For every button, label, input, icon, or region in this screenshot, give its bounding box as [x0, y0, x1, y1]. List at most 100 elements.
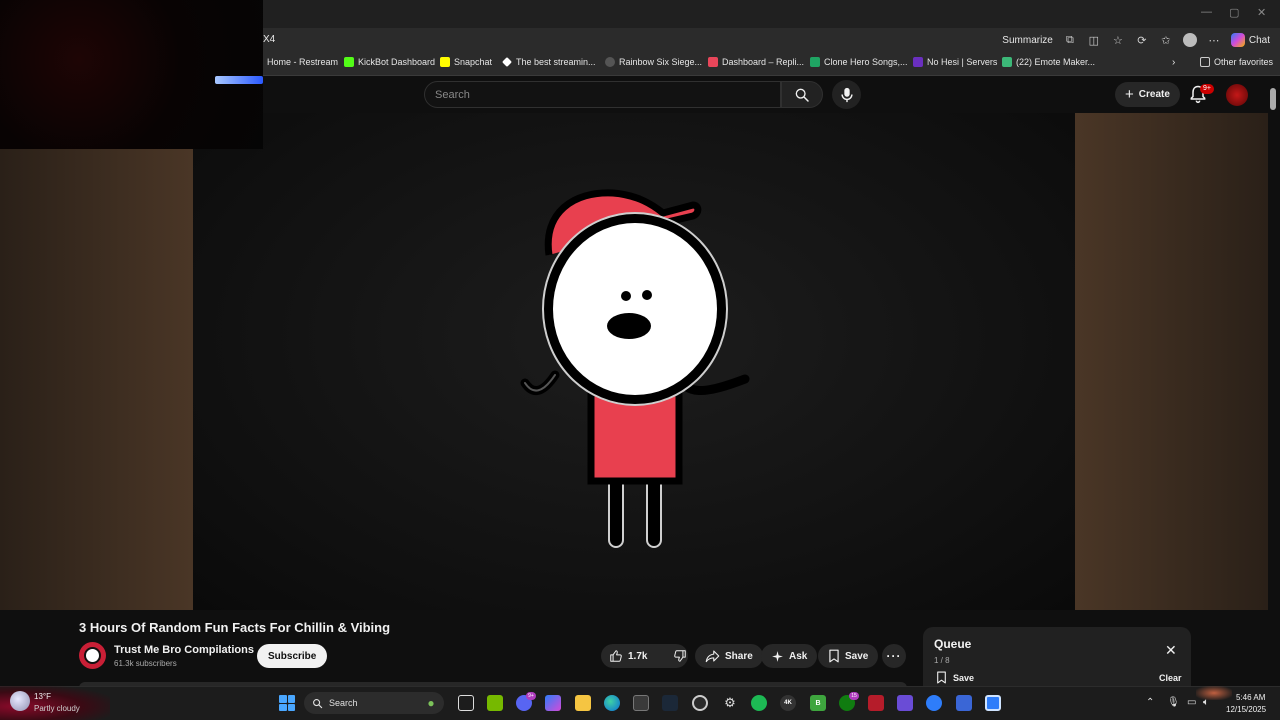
obs-icon[interactable]	[692, 695, 708, 711]
notification-count-badge: 9+	[1200, 84, 1214, 94]
bookmark-item[interactable]: KickBot Dashboard	[344, 57, 435, 67]
tray-chevron-up-icon[interactable]: ⌃	[1146, 697, 1154, 708]
stream-camera-overlay	[0, 0, 263, 149]
maximize-icon[interactable]: ▢	[1229, 6, 1239, 19]
queue-position: 1 / 8	[934, 656, 950, 665]
bookmark-item[interactable]: The best streamin...	[502, 57, 596, 67]
other-favorites-label: Other favorites	[1214, 57, 1274, 67]
queue-clear-button[interactable]: Clear	[1159, 673, 1182, 683]
save-button[interactable]: Save	[818, 644, 879, 668]
subscribe-button[interactable]: Subscribe	[257, 644, 328, 668]
dislike-button[interactable]	[665, 644, 695, 668]
file-explorer-icon[interactable]	[575, 695, 591, 711]
account-avatar[interactable]	[1226, 84, 1248, 106]
bookmark-item[interactable]: Home - Restream	[253, 57, 338, 67]
window-app-icon[interactable]	[985, 695, 1001, 711]
taskbar-clock-time[interactable]: 5:46 AM	[1236, 693, 1265, 702]
emote-maker-icon	[1002, 57, 1012, 67]
video-frame-character	[520, 189, 750, 548]
share-label: Share	[725, 650, 753, 662]
bookmark-item[interactable]: Dashboard – Repli...	[708, 57, 804, 67]
settings-gear-icon[interactable]: ⚙	[722, 695, 738, 711]
stream-overlay-logo	[215, 76, 263, 84]
tray-volume-icon[interactable]: 🔈︎	[1203, 697, 1209, 708]
chevron-right-icon[interactable]: ›	[1172, 57, 1175, 68]
b-app-icon[interactable]: B	[810, 695, 826, 711]
voice-search-button[interactable]	[832, 80, 861, 109]
visual-studio-icon[interactable]	[897, 695, 913, 711]
other-favorites[interactable]: Other favorites	[1200, 57, 1273, 67]
snipping-tool-icon[interactable]	[956, 695, 972, 711]
queue-panel: Queue 1 / 8 ✕ Save Clear	[923, 627, 1191, 693]
weather-temperature[interactable]: 13°F	[34, 692, 51, 701]
more-horizontal-icon: ···	[886, 649, 902, 663]
tray-microphone-icon[interactable]: 🎙︎	[1167, 697, 1180, 708]
search-box[interactable]	[424, 81, 781, 108]
video-ambient-left	[0, 149, 193, 610]
extensions-icon[interactable]: ⟳	[1135, 33, 1149, 47]
bookmark-label: Snapchat	[454, 57, 493, 67]
bookmark-icon	[829, 649, 839, 663]
search-button[interactable]	[781, 81, 823, 108]
store-icon[interactable]	[633, 695, 649, 711]
page-scrollbar[interactable]	[1268, 76, 1280, 686]
tray-network-icon[interactable]: ▭	[1187, 697, 1196, 708]
favorites-icon[interactable]: ✩	[1159, 33, 1173, 47]
weather-description[interactable]: Partly cloudy	[34, 704, 80, 713]
scrollbar-thumb[interactable]	[1270, 88, 1276, 110]
search-input[interactable]	[425, 82, 780, 107]
more-actions-button[interactable]: ···	[882, 644, 906, 668]
copilot-app-icon[interactable]	[545, 695, 561, 711]
copilot-summarize-icon[interactable]: ⧉	[1063, 33, 1077, 47]
split-view-icon[interactable]: ◫	[1087, 33, 1101, 47]
close-window-icon[interactable]: ✕	[1257, 6, 1266, 19]
nvidia-icon[interactable]	[487, 695, 503, 711]
edge-icon[interactable]	[604, 695, 620, 711]
media-player-icon[interactable]	[926, 695, 942, 711]
bookmark-label: KickBot Dashboard	[358, 57, 436, 67]
mcafee-icon[interactable]	[868, 695, 884, 711]
task-view-icon[interactable]	[458, 695, 474, 711]
microphone-icon	[840, 87, 853, 102]
search-icon	[795, 88, 809, 102]
snapchat-icon	[440, 57, 450, 67]
bookmark-item[interactable]: No Hesi | Servers	[913, 57, 997, 67]
profile-avatar[interactable]	[1182, 33, 1197, 47]
bookmark-item[interactable]: Clone Hero Songs,...	[810, 57, 908, 67]
kickbot-icon	[344, 57, 354, 67]
channel-name[interactable]: Trust Me Bro Compilations	[114, 644, 254, 656]
steam-icon[interactable]	[662, 695, 678, 711]
bookmark-item[interactable]: Rainbow Six Siege...	[605, 57, 702, 67]
summarize-button[interactable]: Summarize	[1002, 35, 1053, 46]
ask-button[interactable]: Ask	[761, 644, 818, 668]
share-button[interactable]: Share	[695, 644, 763, 668]
address-bar-actions: Summarize ⧉ ◫ ☆ ⟳ ✩ ⋯ Chat	[1002, 28, 1280, 52]
windows-start-icon[interactable]	[279, 695, 295, 711]
channel-avatar[interactable]	[79, 642, 106, 669]
url-text[interactable]: X4	[263, 34, 275, 45]
taskbar-clock-date[interactable]: 12/15/2025	[1226, 705, 1266, 714]
video-title: 3 Hours Of Random Fun Facts For Chillin …	[79, 620, 391, 635]
sheets-icon	[810, 57, 820, 67]
discord-badge: 9+	[526, 692, 536, 700]
create-button[interactable]: + Create	[1115, 82, 1180, 107]
chat-button[interactable]: Chat	[1230, 33, 1270, 47]
minimize-icon[interactable]: —	[1201, 6, 1212, 18]
replit-icon	[708, 57, 718, 67]
gem-widget-icon[interactable]: ●	[423, 695, 439, 711]
create-label: Create	[1138, 89, 1170, 100]
favorite-star-icon[interactable]: ☆	[1111, 33, 1125, 47]
4k-downloader-icon[interactable]: 4K	[780, 695, 796, 711]
ask-label: Ask	[789, 650, 808, 662]
bookmark-item[interactable]: (22) Emote Maker...	[1002, 57, 1095, 67]
video-player[interactable]	[193, 113, 1075, 610]
subscriber-count: 61.3k subscribers	[114, 659, 177, 668]
weather-icon[interactable]	[10, 691, 30, 711]
queue-save-button[interactable]: Save	[936, 671, 974, 684]
like-button[interactable]: 1.7k	[601, 644, 655, 668]
like-count: 1.7k	[628, 650, 648, 662]
bookmark-item[interactable]: Snapchat	[440, 57, 492, 67]
spotify-icon[interactable]	[751, 695, 767, 711]
close-queue-icon[interactable]: ✕	[1165, 643, 1177, 657]
more-menu-icon[interactable]: ⋯	[1207, 33, 1221, 47]
